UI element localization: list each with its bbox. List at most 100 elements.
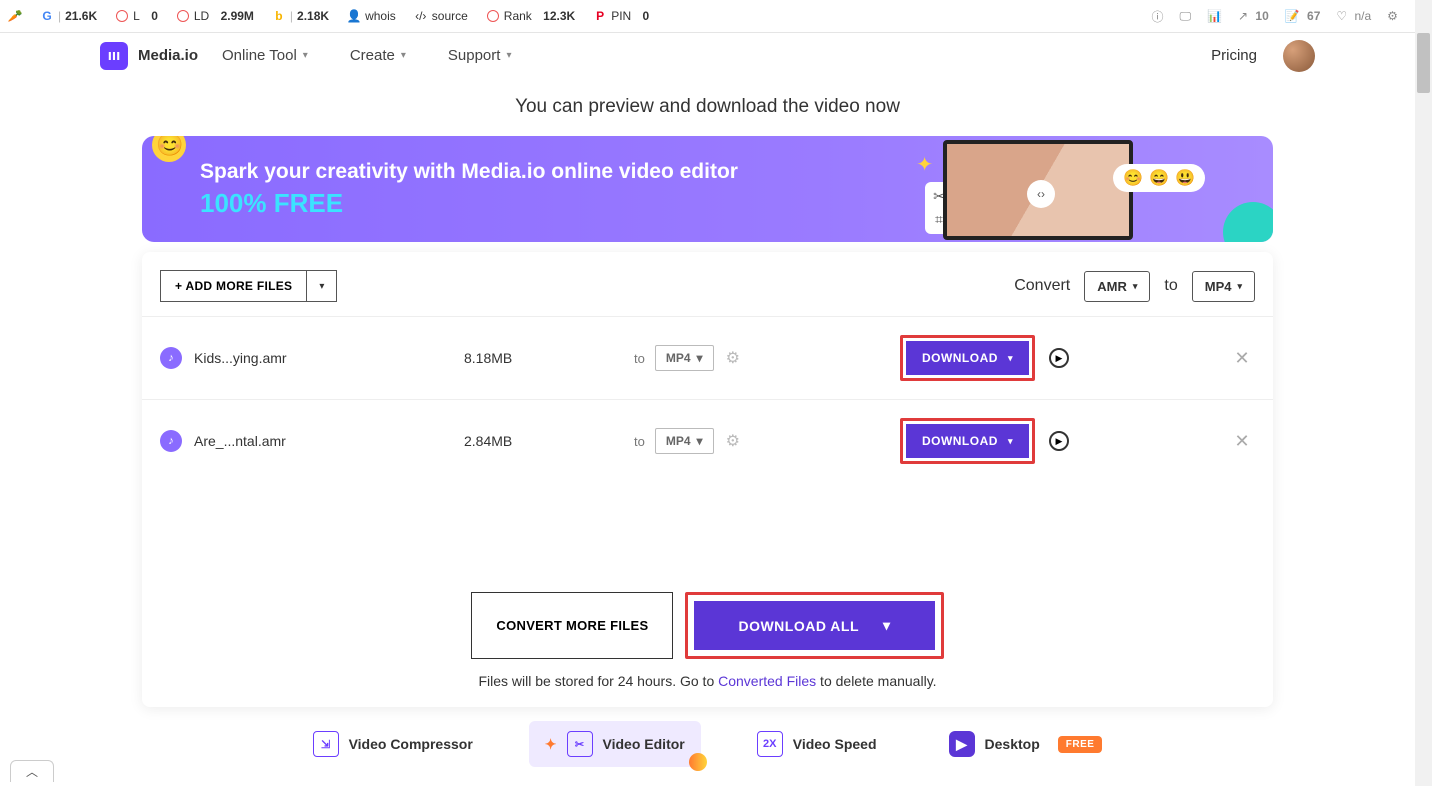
- to-label: to: [1164, 277, 1177, 295]
- audio-file-icon: [160, 430, 182, 452]
- chevron-down-icon: ▾: [401, 50, 406, 61]
- ext-google-metric[interactable]: G|21.6K: [40, 9, 97, 23]
- row-to-label: to: [634, 434, 645, 449]
- compressor-icon: ⇲: [313, 731, 339, 757]
- remove-row-icon[interactable]: ✕: [1229, 431, 1255, 452]
- highlight-box: DOWNLOAD▾: [900, 418, 1035, 464]
- page-body: ııı Media.io Online Tool▾ Create▾ Suppor…: [0, 33, 1415, 786]
- file-row: Kids...ying.amr 8.18MB to MP4▾ ⚙ DOWNLOA…: [142, 316, 1273, 399]
- star-icon: ✦: [916, 152, 933, 177]
- nav-support[interactable]: Support▾: [448, 47, 512, 64]
- circle-icon: [115, 9, 129, 23]
- ext-settings-icon[interactable]: ⚙: [1387, 9, 1398, 23]
- preview-heading: You can preview and download the video n…: [0, 96, 1415, 118]
- ext-info-icon[interactable]: ⓘ: [1151, 8, 1163, 25]
- bing-icon: b: [272, 9, 286, 23]
- ext-heart[interactable]: ♡ n/a: [1336, 9, 1371, 23]
- speed-icon: 2X: [757, 731, 783, 757]
- smiley-icon: [152, 136, 186, 162]
- banner-subtitle: 100% FREE: [200, 188, 738, 219]
- caret-down-icon: ▾: [1008, 436, 1013, 447]
- caret-down-icon: ▾: [1008, 353, 1013, 364]
- ext-ld-metric[interactable]: LD 2.99M: [176, 9, 254, 23]
- user-avatar[interactable]: [1283, 40, 1315, 72]
- ext-note[interactable]: 📝 67: [1285, 9, 1321, 23]
- desktop-icon: ▶: [949, 731, 975, 757]
- pinterest-icon: P: [593, 9, 607, 23]
- play-icon[interactable]: ▶: [1049, 348, 1069, 368]
- circle-icon: [176, 9, 190, 23]
- dock-video-compressor[interactable]: ⇲ Video Compressor: [297, 721, 489, 767]
- nav-create[interactable]: Create▾: [350, 47, 406, 64]
- promo-banner[interactable]: Spark your creativity with Media.io onli…: [142, 136, 1273, 242]
- file-size: 2.84MB: [464, 433, 634, 449]
- nav-pricing[interactable]: Pricing: [1211, 47, 1257, 64]
- to-format-select[interactable]: MP4▾: [1192, 271, 1255, 302]
- download-button[interactable]: DOWNLOAD▾: [906, 341, 1029, 375]
- circle-icon: [486, 9, 500, 23]
- scrollbar-thumb[interactable]: [1417, 33, 1430, 93]
- site-nav: ııı Media.io Online Tool▾ Create▾ Suppor…: [0, 33, 1415, 78]
- storage-note: Files will be stored for 24 hours. Go to…: [142, 673, 1273, 689]
- ext-source[interactable]: ‹/›source: [414, 9, 468, 23]
- play-icon[interactable]: ▶: [1049, 431, 1069, 451]
- ext-rank[interactable]: Rank 12.3K: [486, 9, 575, 23]
- decor-circle: [1223, 202, 1273, 242]
- ext-bing-metric[interactable]: b|2.18K: [272, 9, 329, 23]
- download-all-button[interactable]: DOWNLOAD ALL▾: [694, 601, 934, 650]
- download-button[interactable]: DOWNLOAD▾: [906, 424, 1029, 458]
- tool-dock: ⇲ Video Compressor ✦ ✂ Video Editor 2X V…: [0, 721, 1415, 767]
- google-icon: G: [40, 9, 54, 23]
- code-icon: ‹/›: [414, 9, 428, 23]
- ext-l-metric[interactable]: L 0: [115, 9, 158, 23]
- from-format-select[interactable]: AMR▾: [1084, 271, 1150, 302]
- row-settings-icon[interactable]: ⚙: [726, 348, 740, 368]
- ext-external[interactable]: ↗ 10: [1238, 9, 1269, 23]
- user-icon: 👤: [347, 9, 361, 23]
- row-settings-icon[interactable]: ⚙: [726, 431, 740, 451]
- ext-chart-icon[interactable]: 📊: [1207, 9, 1222, 23]
- editor-icon: ✂: [567, 731, 593, 757]
- chevron-down-icon: ▾: [303, 50, 308, 61]
- dock-video-editor[interactable]: ✦ ✂ Video Editor: [529, 721, 701, 767]
- ext-monitor-icon[interactable]: 🖵: [1179, 9, 1191, 24]
- nav-online-tool[interactable]: Online Tool▾: [222, 47, 308, 64]
- ext-pin[interactable]: PPIN 0: [593, 9, 649, 23]
- vertical-scrollbar[interactable]: [1415, 0, 1432, 786]
- file-name: Kids...ying.amr: [194, 350, 464, 366]
- remove-row-icon[interactable]: ✕: [1229, 348, 1255, 369]
- highlight-box: DOWNLOAD▾: [900, 335, 1035, 381]
- file-row: Are_...ntal.amr 2.84MB to MP4▾ ⚙ DOWNLOA…: [142, 399, 1273, 482]
- convert-label: Convert: [1014, 277, 1070, 295]
- caret-down-icon: ▾: [1237, 281, 1242, 292]
- chevron-down-icon: ▾: [506, 50, 511, 61]
- converter-card: + ADD MORE FILES ▾ Convert AMR▾ to MP4▾ …: [142, 252, 1273, 707]
- file-size: 8.18MB: [464, 350, 634, 366]
- caret-down-icon: ▾: [1133, 281, 1138, 292]
- row-to-label: to: [634, 351, 645, 366]
- sparkle-icon: ✦: [545, 736, 557, 753]
- caret-down-icon: ▾: [697, 351, 703, 365]
- dock-video-speed[interactable]: 2X Video Speed: [741, 721, 893, 767]
- highlight-box: DOWNLOAD ALL▾: [685, 592, 943, 659]
- convert-more-button[interactable]: CONVERT MORE FILES: [471, 592, 673, 659]
- extension-toolbar: 🥕 G|21.6K L 0 LD 2.99M b|2.18K 👤whois ‹/…: [0, 0, 1432, 33]
- dock-desktop[interactable]: ▶ Desktop FREE: [933, 721, 1119, 767]
- sq-logo-icon: 🥕: [8, 9, 22, 23]
- row-format-select[interactable]: MP4▾: [655, 345, 714, 371]
- arrows-icon: ‹›: [1027, 180, 1055, 208]
- brand-logo-icon[interactable]: ııı: [100, 42, 128, 70]
- add-more-files-button[interactable]: + ADD MORE FILES: [160, 270, 307, 302]
- converted-files-link[interactable]: Converted Files: [718, 673, 816, 689]
- caret-down-icon: ▾: [697, 434, 703, 448]
- free-badge: FREE: [1058, 736, 1103, 753]
- banner-title: Spark your creativity with Media.io onli…: [200, 160, 738, 184]
- brand-name[interactable]: Media.io: [138, 47, 198, 64]
- row-format-select[interactable]: MP4▾: [655, 428, 714, 454]
- emoji-chip: 😊😄😃: [1113, 164, 1205, 192]
- add-more-files-dropdown[interactable]: ▾: [307, 270, 337, 302]
- crop-icon: ⌗: [935, 211, 943, 228]
- scroll-to-top-button[interactable]: ︿: [10, 760, 54, 782]
- caret-down-icon: ▾: [883, 617, 891, 634]
- ext-whois[interactable]: 👤whois: [347, 9, 396, 23]
